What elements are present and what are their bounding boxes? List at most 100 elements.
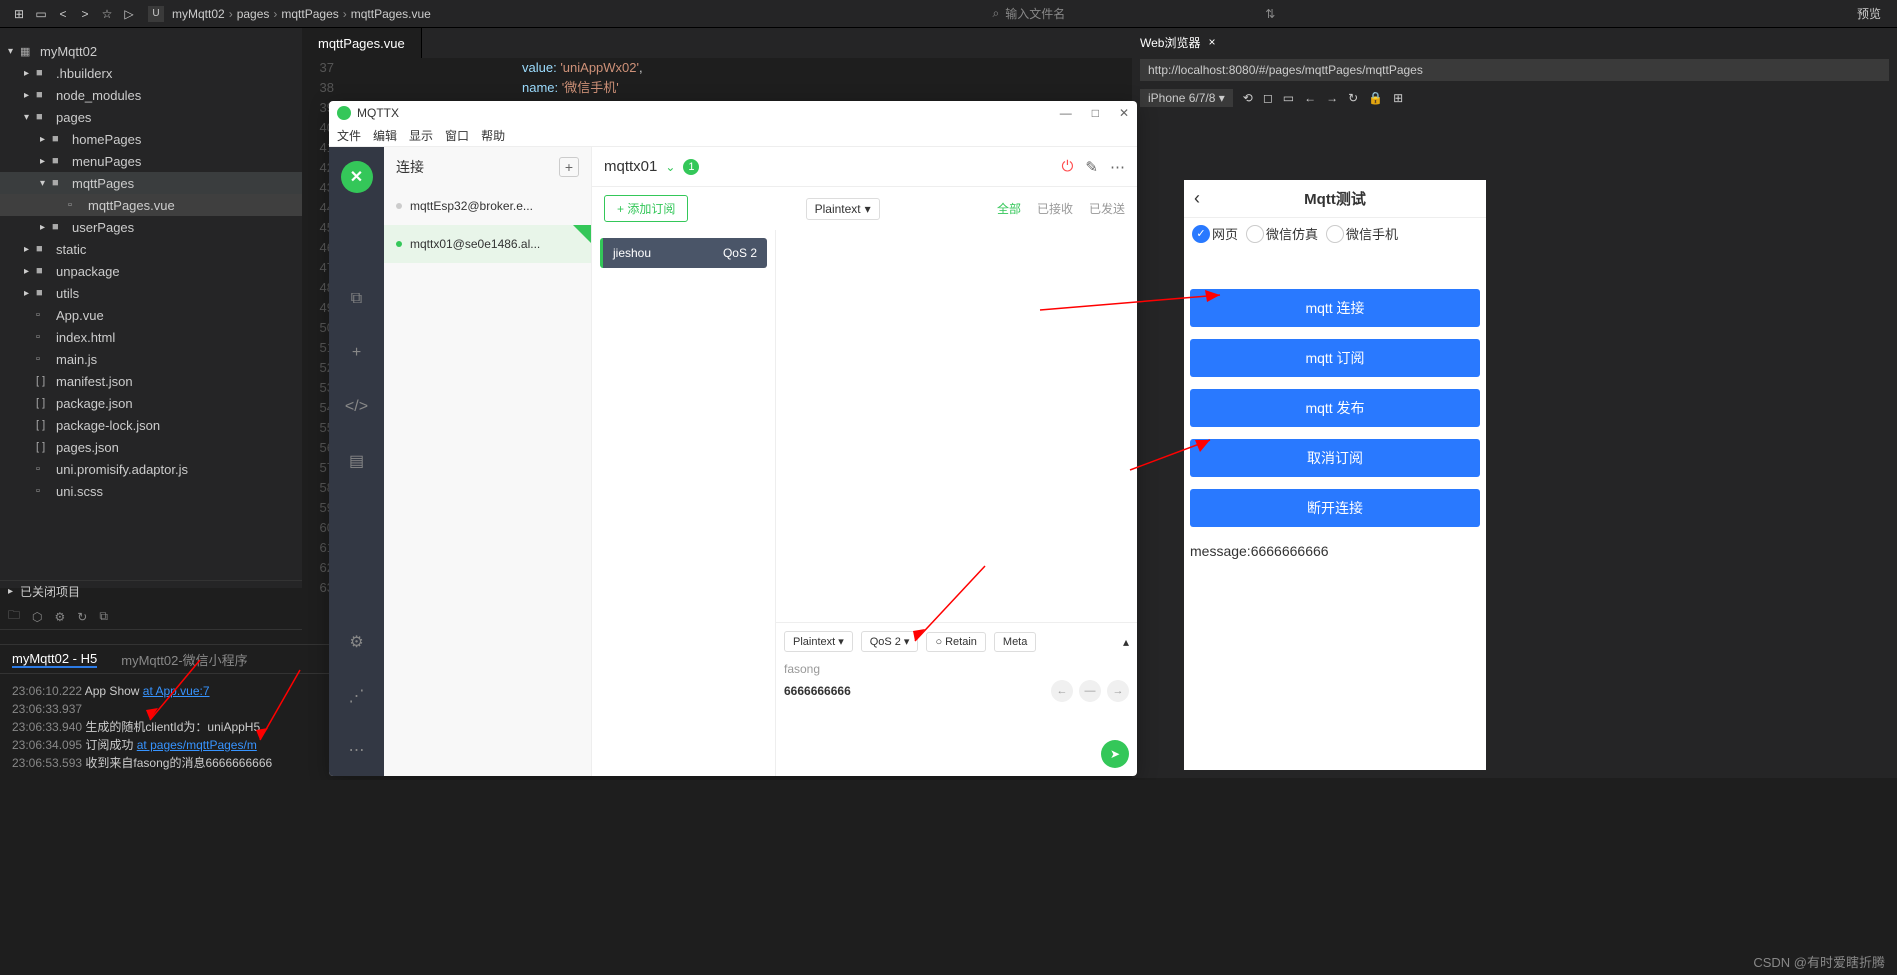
code-icon[interactable]: </> xyxy=(343,393,371,421)
nav-back-icon[interactable]: < xyxy=(52,3,74,25)
expand-icon[interactable]: ◻ xyxy=(1263,91,1273,105)
more-icon[interactable]: ⋯ xyxy=(1110,158,1125,176)
edit-icon[interactable]: ✎ xyxy=(1085,158,1098,176)
tree-item[interactable]: ▫main.js xyxy=(0,348,302,370)
radio-phone[interactable] xyxy=(1326,225,1344,243)
topic-input[interactable]: fasong xyxy=(784,658,1129,680)
breadcrumb-item[interactable]: mqttPages.vue xyxy=(351,7,431,21)
tree-item[interactable]: [ ]package-lock.json xyxy=(0,414,302,436)
expand-icon[interactable]: ⌄ xyxy=(665,160,675,174)
tree-item[interactable]: ▸■static xyxy=(0,238,302,260)
tree-item[interactable]: ▾■mqttPages xyxy=(0,172,302,194)
close-icon[interactable]: ✕ xyxy=(1119,106,1129,120)
preview-button[interactable]: 预览 xyxy=(1849,3,1889,24)
phone-action-button[interactable]: 取消订阅 xyxy=(1190,439,1480,477)
newwin-icon[interactable]: ▭ xyxy=(1283,91,1294,105)
menu-item[interactable]: 文件 xyxy=(337,127,361,144)
tree-item[interactable]: [ ]manifest.json xyxy=(0,370,302,392)
retain-toggle[interactable]: ○ Retain xyxy=(926,632,985,652)
breadcrumb-item[interactable]: pages xyxy=(237,7,270,21)
plus-icon[interactable]: + xyxy=(343,339,371,367)
phone-action-button[interactable]: mqtt 连接 xyxy=(1190,289,1480,327)
star-icon[interactable]: ☆ xyxy=(96,3,118,25)
reload-icon[interactable]: ↻ xyxy=(1348,91,1358,105)
copy-icon[interactable]: ⧉ xyxy=(343,285,371,313)
run-icon[interactable]: ▷ xyxy=(118,3,140,25)
phone-action-button[interactable]: mqtt 发布 xyxy=(1190,389,1480,427)
send-button[interactable]: ➤ xyxy=(1101,740,1129,768)
bug-icon[interactable]: ⬡ xyxy=(32,610,42,624)
tree-item[interactable]: ▸■unpackage xyxy=(0,260,302,282)
format-select[interactable]: Plaintext ▾ xyxy=(806,198,880,220)
refresh-icon[interactable]: ↻ xyxy=(77,610,87,624)
radio-web[interactable] xyxy=(1192,225,1210,243)
minimize-icon[interactable]: — xyxy=(1060,106,1072,120)
back-icon[interactable]: ← xyxy=(1304,91,1316,105)
next-icon[interactable]: → xyxy=(1107,680,1129,702)
tree-item[interactable]: ▸■utils xyxy=(0,282,302,304)
tree-item[interactable]: ▫uni.scss xyxy=(0,480,302,502)
tree-item[interactable]: ▫uni.promisify.adaptor.js xyxy=(0,458,302,480)
filter-tab-sent[interactable]: 已发送 xyxy=(1089,200,1125,217)
console-tab[interactable]: myMqtt02 - H5 xyxy=(12,651,97,668)
subscription-item[interactable]: jieshou QoS 2 xyxy=(600,238,767,268)
menu-item[interactable]: 编辑 xyxy=(373,127,397,144)
forward-icon[interactable]: → xyxy=(1326,91,1338,105)
nav-forward-icon[interactable]: > xyxy=(74,3,96,25)
phone-back-icon[interactable]: ‹ xyxy=(1194,188,1200,209)
tree-item[interactable]: ▸■menuPages xyxy=(0,150,302,172)
breadcrumb-item[interactable]: myMqtt02 xyxy=(172,7,225,21)
rss-icon[interactable]: ⋰ xyxy=(343,682,371,710)
tree-root[interactable]: ▾ ▦ myMqtt02 xyxy=(0,40,302,62)
tree-item[interactable]: ▫index.html xyxy=(0,326,302,348)
browser-url-input[interactable]: http://localhost:8080/#/pages/mqttPages/… xyxy=(1140,59,1889,81)
settings-icon[interactable]: ⚙ xyxy=(55,610,66,624)
phone-action-button[interactable]: mqtt 订阅 xyxy=(1190,339,1480,377)
mqttx-title-bar[interactable]: MQTTX — □ ✕ xyxy=(329,101,1137,125)
power-icon[interactable]: ⏻ xyxy=(1062,158,1074,175)
connection-item[interactable]: mqttx01@se0e1486.al... xyxy=(384,225,591,263)
mqttx-avatar-icon[interactable]: ✕ xyxy=(341,161,373,193)
tree-item[interactable]: ▾■pages xyxy=(0,106,302,128)
tree-item[interactable]: ▸■node_modules xyxy=(0,84,302,106)
qos-select[interactable]: QoS 2 ▾ xyxy=(861,631,919,652)
phone-action-button[interactable]: 断开连接 xyxy=(1190,489,1480,527)
maximize-icon[interactable]: □ xyxy=(1092,106,1099,120)
console-tab[interactable]: myMqtt02-微信小程序 xyxy=(121,650,247,669)
tree-item[interactable]: ▸■homePages xyxy=(0,128,302,150)
filter-icon[interactable]: ⇅ xyxy=(1265,7,1275,21)
breadcrumb-item[interactable]: mqttPages xyxy=(281,7,338,21)
close-icon[interactable]: × xyxy=(1208,35,1215,49)
menu-item[interactable]: 帮助 xyxy=(481,127,505,144)
clear-icon[interactable]: — xyxy=(1079,680,1101,702)
payload-format-select[interactable]: Plaintext ▾ xyxy=(784,631,853,652)
device-select[interactable]: iPhone 6/7/8 ▾ xyxy=(1140,89,1233,107)
menu-item[interactable]: 显示 xyxy=(409,127,433,144)
filter-tab-received[interactable]: 已接收 xyxy=(1037,200,1073,217)
tree-item[interactable]: [ ]pages.json xyxy=(0,436,302,458)
editor-tab[interactable]: mqttPages.vue xyxy=(302,28,422,58)
browser-tab[interactable]: Web浏览器 × xyxy=(1140,34,1215,51)
tree-item[interactable]: ▫App.vue xyxy=(0,304,302,326)
database-icon[interactable]: ▤ xyxy=(343,447,371,475)
tree-item[interactable]: ▫mqttPages.vue xyxy=(0,194,302,216)
gear-icon[interactable]: ⚙ xyxy=(343,628,371,656)
meta-button[interactable]: Meta xyxy=(994,632,1036,652)
search-file[interactable]: ⌕ 输入文件名 xyxy=(992,5,1065,22)
collapse-icon[interactable]: ▴ xyxy=(1123,635,1129,649)
save-icon[interactable]: ▭ xyxy=(30,3,52,25)
more-icon[interactable]: ⋯ xyxy=(343,736,371,764)
radio-sim[interactable] xyxy=(1246,225,1264,243)
lock-icon[interactable]: 🔒 xyxy=(1368,91,1383,105)
tree-item[interactable]: [ ]package.json xyxy=(0,392,302,414)
connection-item[interactable]: mqttEsp32@broker.e... xyxy=(384,187,591,225)
message-input[interactable]: 6666666666 xyxy=(784,680,1051,702)
tree-item[interactable]: ▸■.hbuilderx xyxy=(0,62,302,84)
console-link[interactable]: at App.vue:7 xyxy=(143,684,210,698)
tree-item[interactable]: ▸■userPages xyxy=(0,216,302,238)
filter-tab-all[interactable]: 全部 xyxy=(997,200,1021,217)
add-subscription-button[interactable]: + 添加订阅 xyxy=(604,195,688,222)
link-icon[interactable]: ⧉ xyxy=(99,609,108,624)
grid-icon[interactable]: ⊞ xyxy=(1393,91,1403,105)
sidebar-toggle-icon[interactable]: ⊞ xyxy=(8,3,30,25)
